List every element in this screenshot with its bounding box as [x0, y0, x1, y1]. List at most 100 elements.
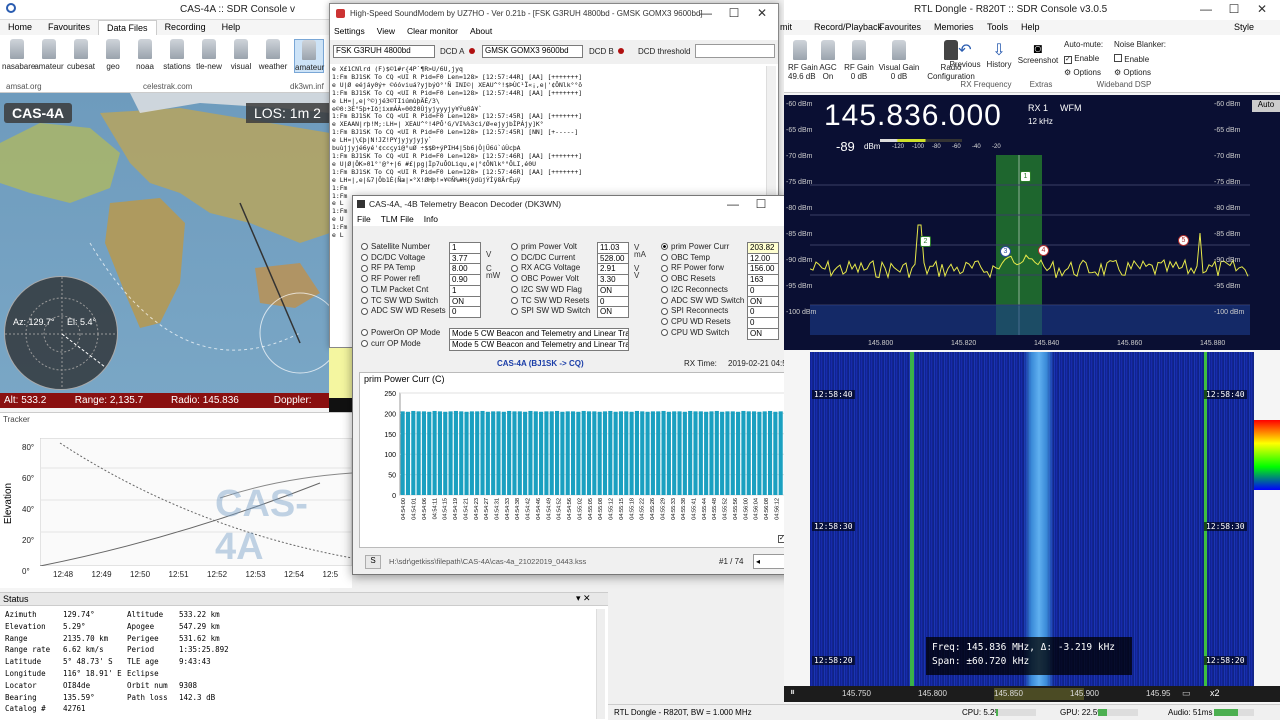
telemetry-label[interactable]: ADC SW WD Switch [661, 296, 744, 305]
menu-file[interactable]: File [357, 212, 371, 226]
toolbar-nasabare-0[interactable]: nasabare [2, 39, 35, 73]
status-scrollbar[interactable] [596, 609, 605, 719]
telemetry-radio[interactable] [661, 254, 668, 262]
decoder-maximize-icon[interactable]: ☐ [747, 197, 775, 211]
rtl-close-icon[interactable]: ✕ [1248, 2, 1276, 16]
op-mode-radio[interactable] [361, 329, 368, 337]
modem-b-select[interactable]: GMSK GOMX3 9600bd [482, 45, 583, 58]
rf-gain2-control[interactable]: RF Gain 0 dB [844, 40, 874, 81]
telemetry-label[interactable]: TC SW WD Switch [361, 296, 438, 305]
telemetry-radio[interactable] [661, 243, 668, 251]
telemetry-radio[interactable] [511, 307, 518, 315]
tab-radio[interactable]: mit [780, 20, 792, 35]
tab-home[interactable]: Home [0, 20, 40, 35]
telemetry-label[interactable]: RX ACG Voltage [511, 263, 580, 272]
satellite-map[interactable]: CAS-4A LOS: 1m 2 Az: 129.7° El: 5.4° Alt… [0, 93, 330, 408]
telemetry-label[interactable]: RF PA Temp [361, 263, 415, 272]
auto-button[interactable]: Auto [1252, 100, 1280, 112]
telemetry-label[interactable]: SPI SW WD Switch [511, 306, 590, 315]
style-menu[interactable]: Style [1234, 20, 1254, 35]
telemetry-radio[interactable] [361, 264, 368, 272]
modem-a-select[interactable]: FSK G3RUH 4800bd [333, 45, 435, 58]
minimize-icon[interactable]: — [692, 6, 720, 20]
signal-marker[interactable]: 2 [920, 236, 931, 247]
telemetry-label[interactable]: OBC Power Volt [511, 274, 579, 283]
close-icon[interactable]: ✕ [748, 6, 776, 20]
telemetry-radio[interactable] [511, 296, 518, 304]
scroll-left-icon[interactable]: ◂ [756, 557, 760, 566]
zoom-level[interactable]: x2 [1210, 688, 1220, 698]
toolbar-weather-8[interactable]: weather [258, 39, 288, 73]
menu-view[interactable]: View [377, 24, 395, 39]
telemetry-radio[interactable] [511, 275, 518, 283]
telemetry-label[interactable]: DC/DC Voltage [361, 253, 425, 262]
telemetry-radio[interactable] [361, 254, 368, 262]
toolbar-geo-3[interactable]: geo [98, 39, 128, 73]
history-button[interactable]: ⇩ History [982, 40, 1016, 69]
tab-rtl-favourites[interactable]: Favourites [879, 20, 921, 35]
op-mode-label[interactable]: PowerOn OP Mode [361, 328, 440, 337]
telemetry-radio[interactable] [661, 296, 668, 304]
toolbar-amateur-1[interactable]: amateur [34, 39, 64, 73]
toolbar-noaa-4[interactable]: noaa [130, 39, 160, 73]
telemetry-radio[interactable] [661, 264, 668, 272]
telemetry-label[interactable]: RF Power refl [361, 274, 420, 283]
maximize-icon[interactable]: ☐ [720, 6, 748, 20]
tab-help[interactable]: Help [214, 20, 249, 35]
spectrum-panel[interactable]: Auto 145.836.000 RX 1 WFM 12 kHz -89 dBm… [784, 95, 1280, 350]
menu-tlm-file[interactable]: TLM File [381, 212, 414, 226]
telemetry-radio[interactable] [361, 243, 368, 251]
op-mode-label[interactable]: curr OP Mode [361, 339, 421, 348]
automute-check[interactable]: ✓ [1064, 56, 1072, 64]
menu-clear-monitor[interactable]: Clear monitor [407, 24, 458, 39]
telemetry-label[interactable]: CPU WD Resets [661, 317, 731, 326]
telemetry-radio[interactable] [361, 286, 368, 294]
frequency-display[interactable]: 145.836.000 [824, 99, 1002, 133]
signal-marker[interactable]: 1 [1020, 171, 1031, 182]
menu-about[interactable]: About [470, 24, 492, 39]
telemetry-label[interactable]: prim Power Volt [511, 242, 577, 251]
tab-data-files[interactable]: Data Files [98, 20, 157, 35]
tab-rtl-help[interactable]: Help [1021, 20, 1040, 35]
telemetry-radio[interactable] [361, 296, 368, 304]
noise-check[interactable] [1114, 54, 1122, 62]
telemetry-label[interactable]: SPI Reconnects [661, 306, 728, 315]
telemetry-radio[interactable] [661, 307, 668, 315]
telemetry-radio[interactable] [511, 243, 518, 251]
telemetry-label[interactable]: OBC Resets [661, 274, 715, 283]
telemetry-label[interactable]: OBC Temp [661, 253, 710, 262]
telemetry-radio[interactable] [361, 307, 368, 315]
toolbar-amateur-9[interactable]: amateur [294, 39, 324, 73]
rtl-maximize-icon[interactable]: ☐ [1220, 2, 1248, 16]
waterfall-palette[interactable] [1254, 420, 1280, 490]
menu-settings[interactable]: Settings [334, 24, 365, 39]
agc-control[interactable]: AGC On [818, 40, 838, 81]
telemetry-radio[interactable] [511, 254, 518, 262]
signal-marker[interactable]: 4 [1038, 245, 1049, 256]
telemetry-radio[interactable] [661, 286, 668, 294]
telemetry-label[interactable]: ADC SW WD Resets [361, 306, 446, 315]
op-mode-radio[interactable] [361, 340, 368, 348]
telemetry-radio[interactable] [661, 328, 668, 336]
telemetry-radio[interactable] [661, 318, 668, 326]
telemetry-label[interactable]: DC/DC Current [511, 253, 575, 262]
toolbar-stations-5[interactable]: stations [162, 39, 192, 73]
noise-options[interactable]: ⚙ Options [1114, 68, 1151, 77]
telemetry-label[interactable]: TC SW WD Resets [511, 296, 589, 305]
dcd-threshold-slider[interactable] [695, 44, 775, 58]
tab-record-playback[interactable]: Record/Playback [814, 20, 882, 35]
previous-button[interactable]: ↶ Previous [948, 40, 982, 69]
automute-options[interactable]: ⚙ Options [1064, 68, 1101, 77]
screenshot-button[interactable]: ◙ Screenshot [1016, 40, 1060, 65]
rtl-minimize-icon[interactable]: — [1192, 2, 1220, 16]
telemetry-label[interactable]: RF Power forw [661, 263, 724, 272]
telemetry-label[interactable]: TLM Packet Cnt [361, 285, 428, 294]
telemetry-radio[interactable] [511, 264, 518, 272]
tab-favourites[interactable]: Favourites [40, 20, 98, 35]
telemetry-label[interactable]: CPU WD Switch [661, 328, 729, 337]
waterfall-panel[interactable]: Freq: 145.836 MHz, Δ: -3.219 kHz Span: ±… [810, 352, 1254, 686]
decoder-minimize-icon[interactable]: — [719, 197, 747, 211]
telemetry-label[interactable]: I2C Reconnects [661, 285, 728, 294]
visual-gain-control[interactable]: Visual Gain 0 dB [878, 40, 920, 81]
toolbar-cubesat-2[interactable]: cubesat [66, 39, 96, 73]
